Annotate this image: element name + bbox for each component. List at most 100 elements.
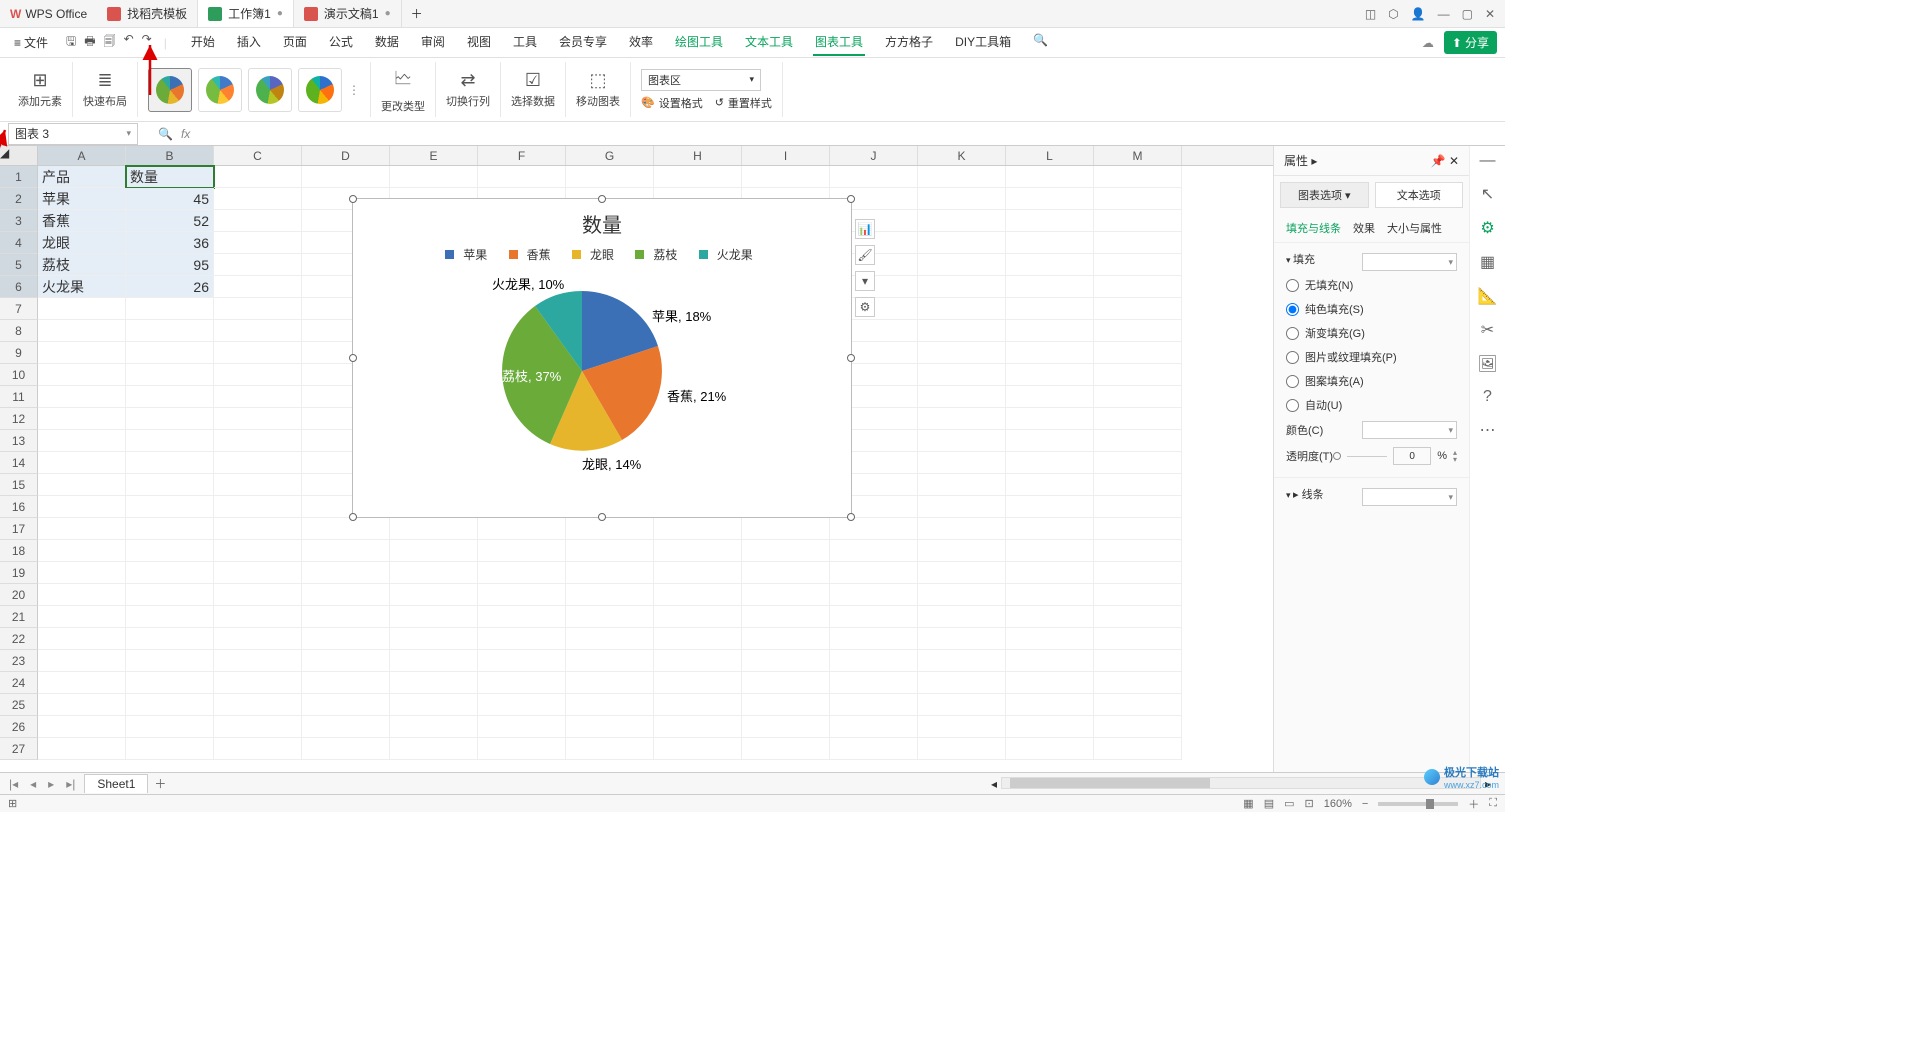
view-page-icon[interactable]: ▤ [1264, 797, 1274, 810]
cell[interactable] [478, 650, 566, 672]
row-header[interactable]: 16 [0, 496, 38, 518]
cell[interactable] [918, 738, 1006, 760]
cell[interactable] [1006, 254, 1094, 276]
cell[interactable] [1094, 386, 1182, 408]
cell[interactable] [214, 496, 302, 518]
cell[interactable] [390, 650, 478, 672]
cell[interactable] [1006, 650, 1094, 672]
cell[interactable] [214, 408, 302, 430]
cell[interactable] [38, 452, 126, 474]
reset-style[interactable]: ↺ 重置样式 [715, 95, 772, 111]
cell[interactable] [918, 276, 1006, 298]
menu-view[interactable]: 视图 [465, 29, 493, 56]
view-normal-icon[interactable]: ▦ [1243, 797, 1253, 810]
cell[interactable] [38, 672, 126, 694]
opacity-down[interactable]: ▾ [1453, 456, 1457, 463]
cell[interactable] [918, 452, 1006, 474]
cell[interactable] [126, 298, 214, 320]
cell[interactable] [302, 166, 390, 188]
radio-pattern-fill[interactable]: 图案填充(A) [1286, 369, 1457, 393]
row-header[interactable]: 5 [0, 254, 38, 276]
cell[interactable]: 荔枝 [38, 254, 126, 276]
cell[interactable] [918, 430, 1006, 452]
cell[interactable] [214, 298, 302, 320]
cell[interactable] [214, 518, 302, 540]
tab-text-options[interactable]: 文本选项 [1375, 182, 1464, 208]
cell[interactable] [1094, 562, 1182, 584]
opacity-slider[interactable] [1333, 452, 1341, 460]
cell[interactable] [1094, 628, 1182, 650]
cell[interactable] [478, 672, 566, 694]
cell[interactable] [1006, 320, 1094, 342]
cell[interactable] [742, 738, 830, 760]
cell[interactable] [126, 584, 214, 606]
cell[interactable] [1006, 518, 1094, 540]
cell[interactable] [214, 628, 302, 650]
cell[interactable] [654, 738, 742, 760]
line-preview-dropdown[interactable]: ▾ [1362, 488, 1457, 506]
cell[interactable] [742, 606, 830, 628]
cell[interactable] [1094, 496, 1182, 518]
cell[interactable] [38, 496, 126, 518]
view-read-icon[interactable]: ⊡ [1305, 797, 1314, 810]
menu-formula[interactable]: 公式 [327, 29, 355, 56]
undo-icon[interactable]: ↶ [124, 32, 134, 53]
cell[interactable] [214, 584, 302, 606]
cell[interactable] [654, 166, 742, 188]
row-header[interactable]: 9 [0, 342, 38, 364]
col-b[interactable]: B [126, 146, 214, 165]
cell[interactable] [1006, 210, 1094, 232]
cell[interactable] [566, 672, 654, 694]
radio-no-fill[interactable]: 无填充(N) [1286, 273, 1457, 297]
cell[interactable] [566, 166, 654, 188]
cell[interactable] [38, 518, 126, 540]
resize-handle[interactable] [847, 195, 855, 203]
cell[interactable] [1094, 364, 1182, 386]
change-type[interactable]: 🗠更改类型 [371, 62, 436, 117]
cell[interactable] [1094, 210, 1182, 232]
cell[interactable] [126, 650, 214, 672]
cell[interactable] [1094, 584, 1182, 606]
add-element[interactable]: ⊞添加元素 [8, 62, 73, 117]
cell[interactable] [126, 606, 214, 628]
zoom-value[interactable]: 160% [1324, 798, 1352, 810]
cloud-icon[interactable]: ☁ [1422, 36, 1434, 50]
cell[interactable] [302, 694, 390, 716]
cell[interactable] [38, 694, 126, 716]
resize-handle[interactable] [349, 513, 357, 521]
cell[interactable]: 52 [126, 210, 214, 232]
col-h[interactable]: H [654, 146, 742, 165]
row-header[interactable]: 15 [0, 474, 38, 496]
chart-style-2[interactable] [198, 68, 242, 112]
cell[interactable] [742, 650, 830, 672]
cell[interactable] [742, 694, 830, 716]
cell[interactable] [390, 518, 478, 540]
cell[interactable] [1094, 452, 1182, 474]
cell[interactable] [1094, 320, 1182, 342]
cell[interactable] [918, 320, 1006, 342]
sheet-nav-first[interactable]: |◂ [6, 777, 21, 791]
cell[interactable] [918, 606, 1006, 628]
cell[interactable] [126, 496, 214, 518]
select-data[interactable]: ☑选择数据 [501, 62, 566, 117]
row-header[interactable]: 4 [0, 232, 38, 254]
row-header[interactable]: 25 [0, 694, 38, 716]
cell[interactable]: 产品 [38, 166, 126, 188]
col-g[interactable]: G [566, 146, 654, 165]
switch-row-col[interactable]: ⇄切换行列 [436, 62, 501, 117]
cell[interactable] [918, 364, 1006, 386]
col-j[interactable]: J [830, 146, 918, 165]
cell[interactable] [1094, 716, 1182, 738]
cell[interactable] [214, 342, 302, 364]
resize-handle[interactable] [349, 354, 357, 362]
cell[interactable] [654, 650, 742, 672]
window-icon[interactable]: ◫ [1365, 7, 1376, 21]
radio-picture-fill[interactable]: 图片或纹理填充(P) [1286, 345, 1457, 369]
cell[interactable] [126, 342, 214, 364]
cell[interactable] [214, 562, 302, 584]
cell[interactable] [126, 694, 214, 716]
cell[interactable] [390, 628, 478, 650]
cell[interactable] [214, 540, 302, 562]
cell[interactable] [38, 606, 126, 628]
collapse-icon[interactable]: — [1480, 152, 1496, 170]
